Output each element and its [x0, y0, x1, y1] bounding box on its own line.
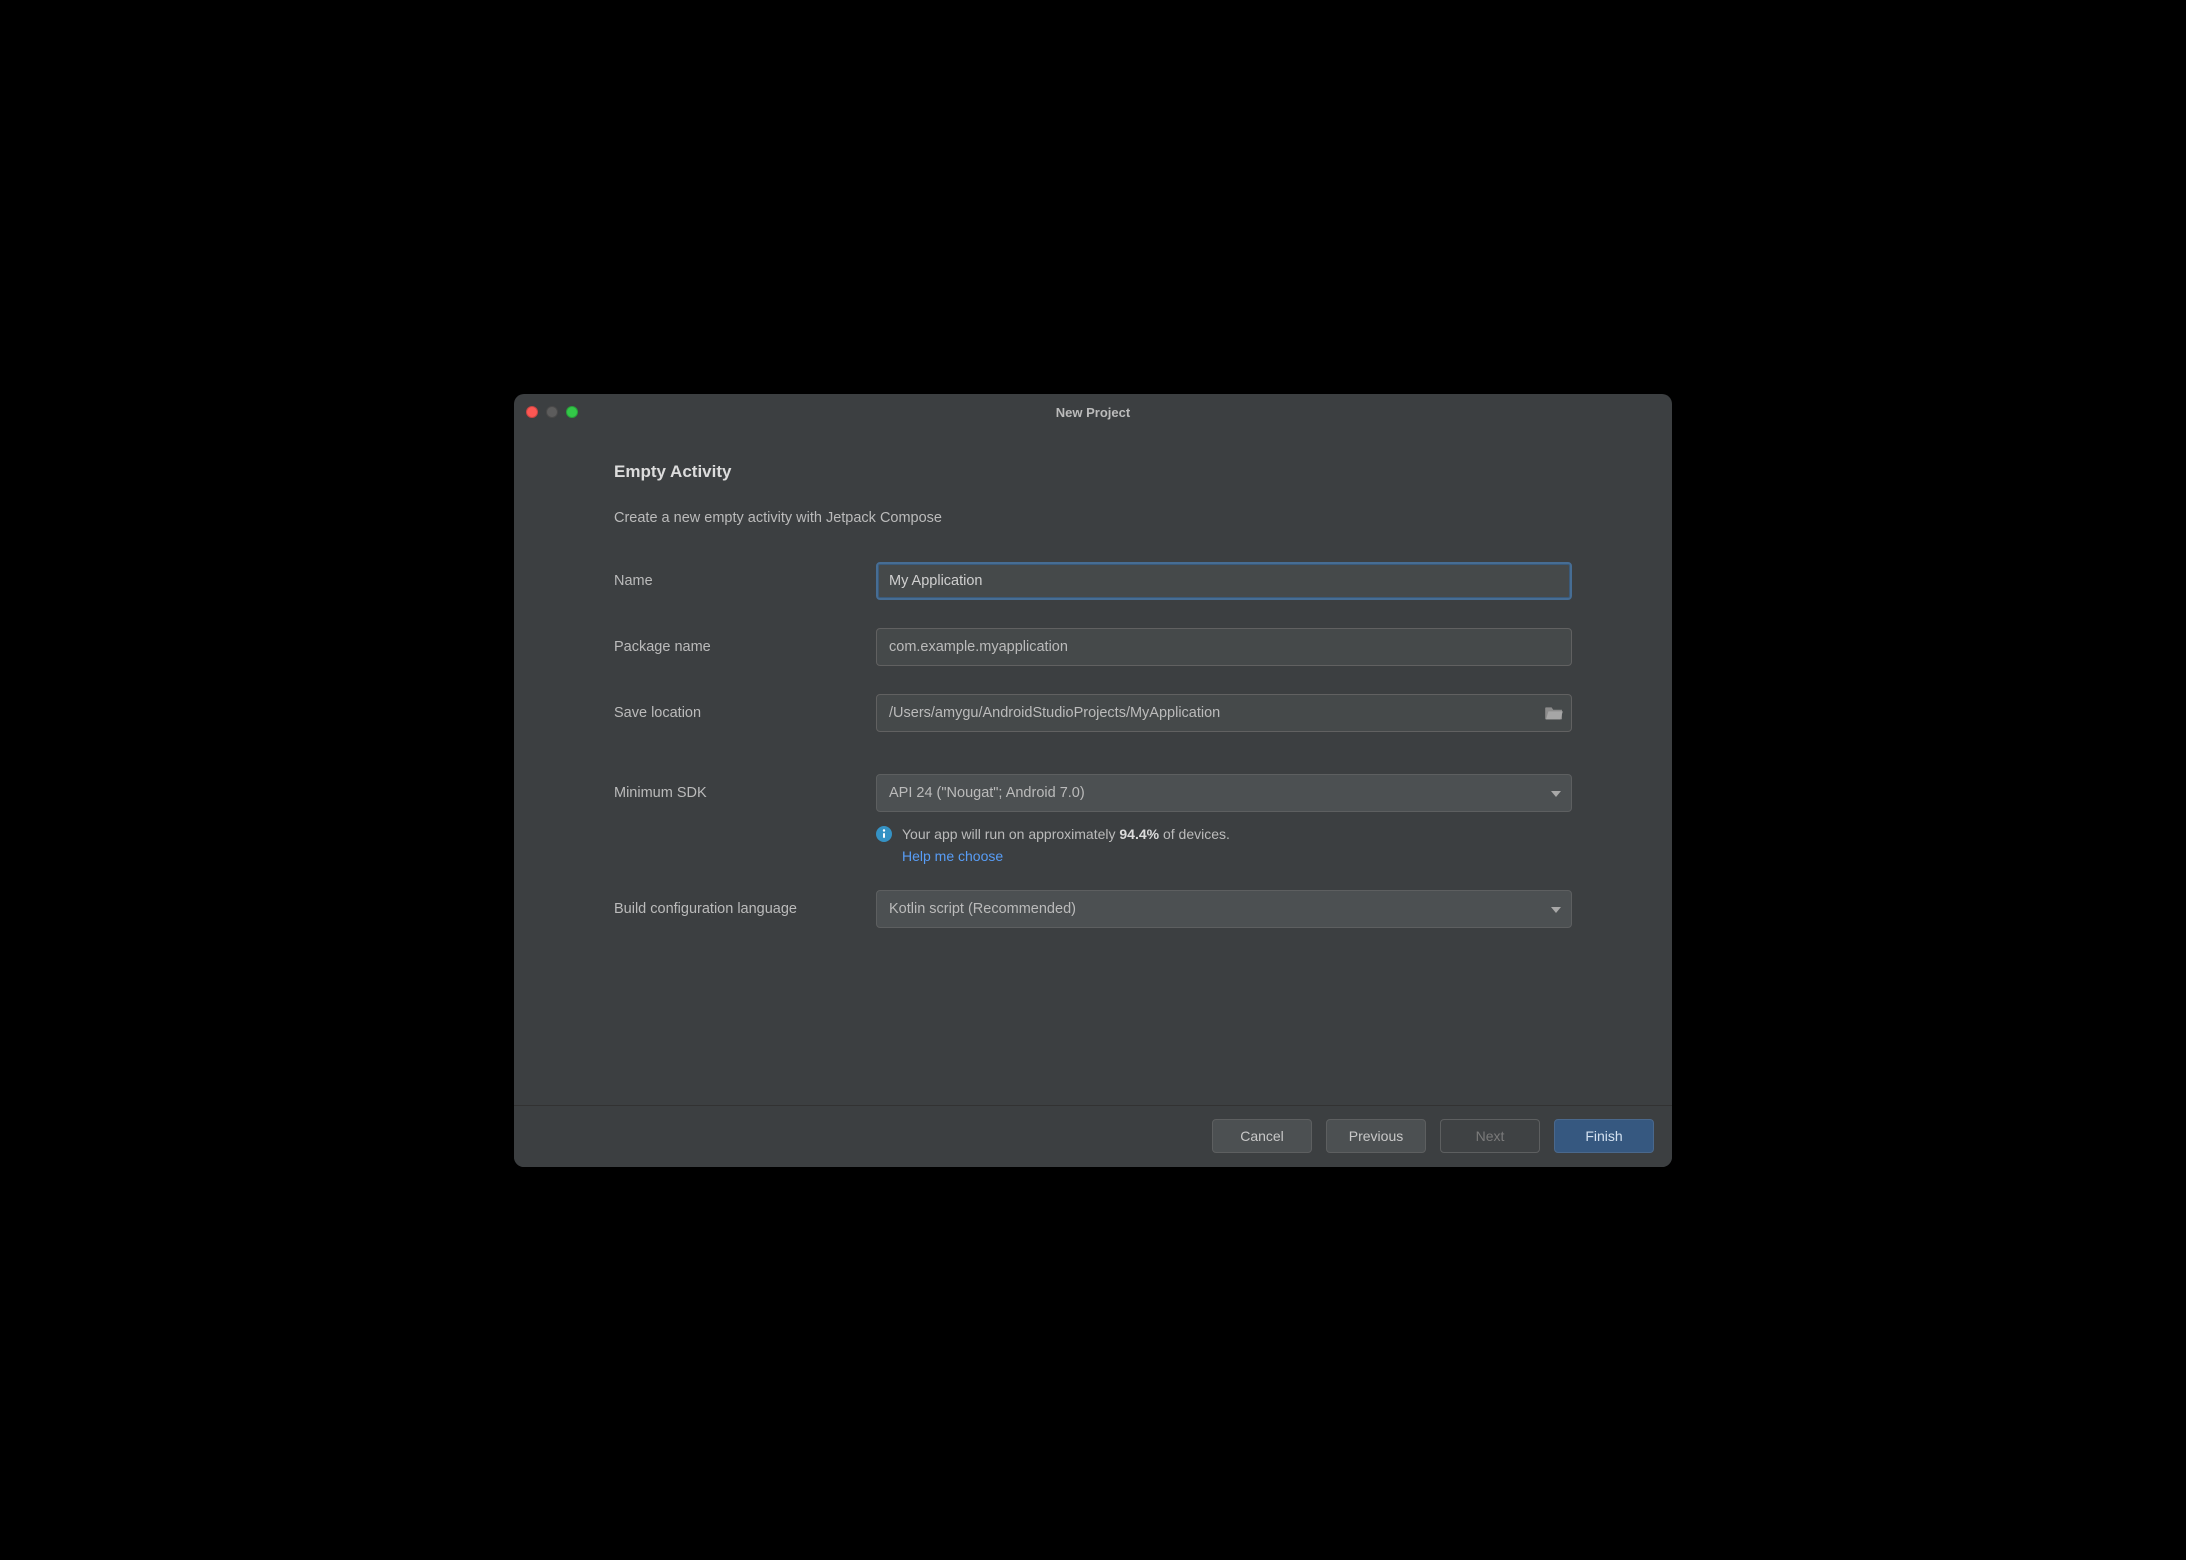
- name-label: Name: [614, 573, 876, 589]
- sdk-info-suffix: of devices.: [1159, 826, 1230, 842]
- chevron-down-icon: [1551, 901, 1561, 917]
- sdk-info-text: Your app will run on approximately 94.4%…: [902, 826, 1230, 842]
- name-input[interactable]: [876, 562, 1572, 600]
- build-language-value: Kotlin script (Recommended): [889, 901, 1076, 917]
- page-subheading: Create a new empty activity with Jetpack…: [614, 510, 1572, 526]
- next-button: Next: [1440, 1119, 1540, 1153]
- close-window-button[interactable]: [526, 406, 538, 418]
- footer: Cancel Previous Next Finish: [514, 1105, 1672, 1167]
- zoom-window-button[interactable]: [566, 406, 578, 418]
- sdk-info: Your app will run on approximately 94.4%…: [876, 826, 1572, 864]
- save-location-label: Save location: [614, 705, 876, 721]
- help-me-choose-link[interactable]: Help me choose: [902, 848, 1003, 864]
- build-language-select[interactable]: Kotlin script (Recommended): [876, 890, 1572, 928]
- package-name-label: Package name: [614, 639, 876, 655]
- minimize-window-button[interactable]: [546, 406, 558, 418]
- chevron-down-icon: [1551, 785, 1561, 801]
- page-heading: Empty Activity: [614, 462, 1572, 482]
- new-project-dialog: New Project Empty Activity Create a new …: [514, 394, 1672, 1167]
- finish-button[interactable]: Finish: [1554, 1119, 1654, 1153]
- save-location-input[interactable]: [876, 694, 1572, 732]
- titlebar: New Project: [514, 394, 1672, 432]
- info-icon: [876, 826, 892, 842]
- minimum-sdk-select[interactable]: API 24 ("Nougat"; Android 7.0): [876, 774, 1572, 812]
- cancel-button[interactable]: Cancel: [1212, 1119, 1312, 1153]
- build-language-label: Build configuration language: [614, 901, 876, 917]
- sdk-info-percent: 94.4%: [1119, 826, 1159, 842]
- sdk-info-prefix: Your app will run on approximately: [902, 826, 1119, 842]
- window-title: New Project: [514, 405, 1672, 420]
- previous-button[interactable]: Previous: [1326, 1119, 1426, 1153]
- minimum-sdk-label: Minimum SDK: [614, 785, 876, 801]
- package-name-input[interactable]: [876, 628, 1572, 666]
- minimum-sdk-value: API 24 ("Nougat"; Android 7.0): [889, 785, 1085, 801]
- browse-folder-icon[interactable]: [1544, 705, 1564, 721]
- window-controls: [526, 406, 578, 418]
